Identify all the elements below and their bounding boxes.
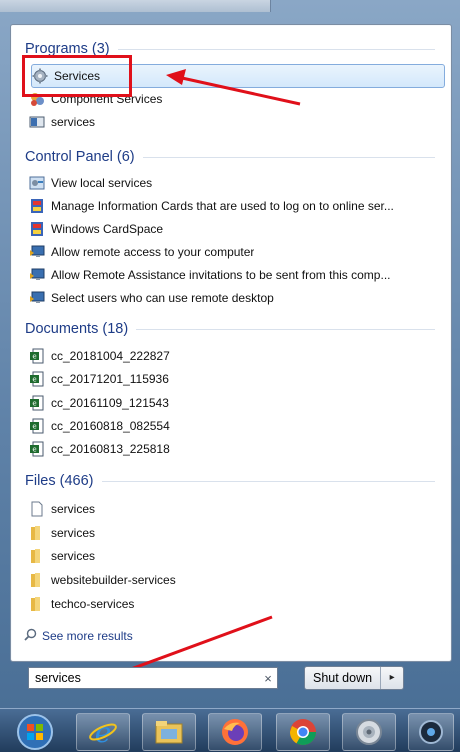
group-header-label: Documents (18) [25,321,129,337]
group-header-files[interactable]: Files (466) [25,471,435,491]
document-icon: e [29,441,45,457]
cardspace-icon [29,198,45,214]
control-panel-icon [29,175,45,191]
search-input-value[interactable]: services [29,671,259,685]
shutdown-button-group: Shut down ▸ [304,666,405,690]
svg-text:e: e [95,717,112,747]
remote-icon [29,290,45,306]
remote-icon [29,267,45,283]
see-more-label: See more results [42,629,133,643]
console-icon [29,114,45,130]
result-folder[interactable]: websitebuilder-services [29,569,445,591]
taskbar: e [0,708,460,752]
document-icon: e [29,348,45,364]
search-input[interactable]: services × [28,667,278,689]
result-select-remote-users[interactable]: Select users who can use remote desktop [29,287,445,309]
start-orb-icon[interactable] [8,713,62,751]
folder-icon [29,596,45,612]
result-windows-cardspace[interactable]: Windows CardSpace [29,218,445,240]
document-icon: e [29,371,45,387]
app-icon[interactable] [408,713,454,751]
result-services-console[interactable]: services [29,111,445,133]
search-results-panel: Programs (3) Services Component Services… [10,24,452,662]
result-document[interactable]: e cc_20160818_082554 [29,415,445,437]
component-services-icon [29,91,45,107]
group-header-label: Programs (3) [25,41,110,57]
firefox-icon[interactable] [208,713,262,751]
result-view-local-services[interactable]: View local services [29,172,445,194]
result-folder[interactable]: services [29,545,445,567]
shutdown-button[interactable]: Shut down [305,667,382,689]
svg-text:e: e [32,353,36,361]
see-more-results-link[interactable]: See more results [24,628,133,644]
chrome-icon[interactable] [276,713,330,751]
search-icon [24,628,37,644]
shutdown-options-arrow-icon[interactable]: ▸ [381,667,403,689]
clear-search-icon[interactable]: × [259,671,277,686]
group-header-label: Files (466) [25,473,94,489]
group-header-label: Control Panel (6) [25,149,135,165]
folder-icon [29,525,45,541]
group-header-control-panel[interactable]: Control Panel (6) [25,147,435,167]
result-allow-remote-assistance[interactable]: Allow Remote Assistance invitations to b… [29,264,445,286]
folder-icon [29,572,45,588]
window-edge [0,0,271,12]
internet-explorer-icon[interactable]: e [76,713,130,751]
result-manage-information-cards[interactable]: Manage Information Cards that are used t… [29,195,445,217]
services-gear-icon [32,68,48,84]
speaker-icon[interactable] [342,713,396,751]
svg-text:e: e [32,423,36,431]
result-file[interactable]: services [29,498,445,520]
group-header-documents[interactable]: Documents (18) [25,319,435,339]
result-allow-remote-access[interactable]: Allow remote access to your computer [29,241,445,263]
folder-icon [29,548,45,564]
result-services[interactable]: Services [31,64,445,88]
result-document[interactable]: e cc_20171201_115936 [29,368,445,390]
result-document[interactable]: e cc_20181004_222827 [29,345,445,367]
cardspace-icon [29,221,45,237]
remote-icon [29,244,45,260]
svg-text:e: e [32,400,36,408]
file-explorer-icon[interactable] [142,713,196,751]
svg-text:e: e [32,376,36,384]
result-folder[interactable]: techco-services [29,593,445,615]
result-document[interactable]: e cc_20160813_225818 [29,438,445,460]
result-folder[interactable]: services [29,522,445,544]
document-icon: e [29,418,45,434]
group-header-programs[interactable]: Programs (3) [25,39,435,59]
document-icon: e [29,395,45,411]
svg-text:e: e [32,446,36,454]
result-component-services[interactable]: Component Services [29,88,445,110]
file-icon [29,501,45,517]
result-document[interactable]: e cc_20161109_121543 [29,392,445,414]
